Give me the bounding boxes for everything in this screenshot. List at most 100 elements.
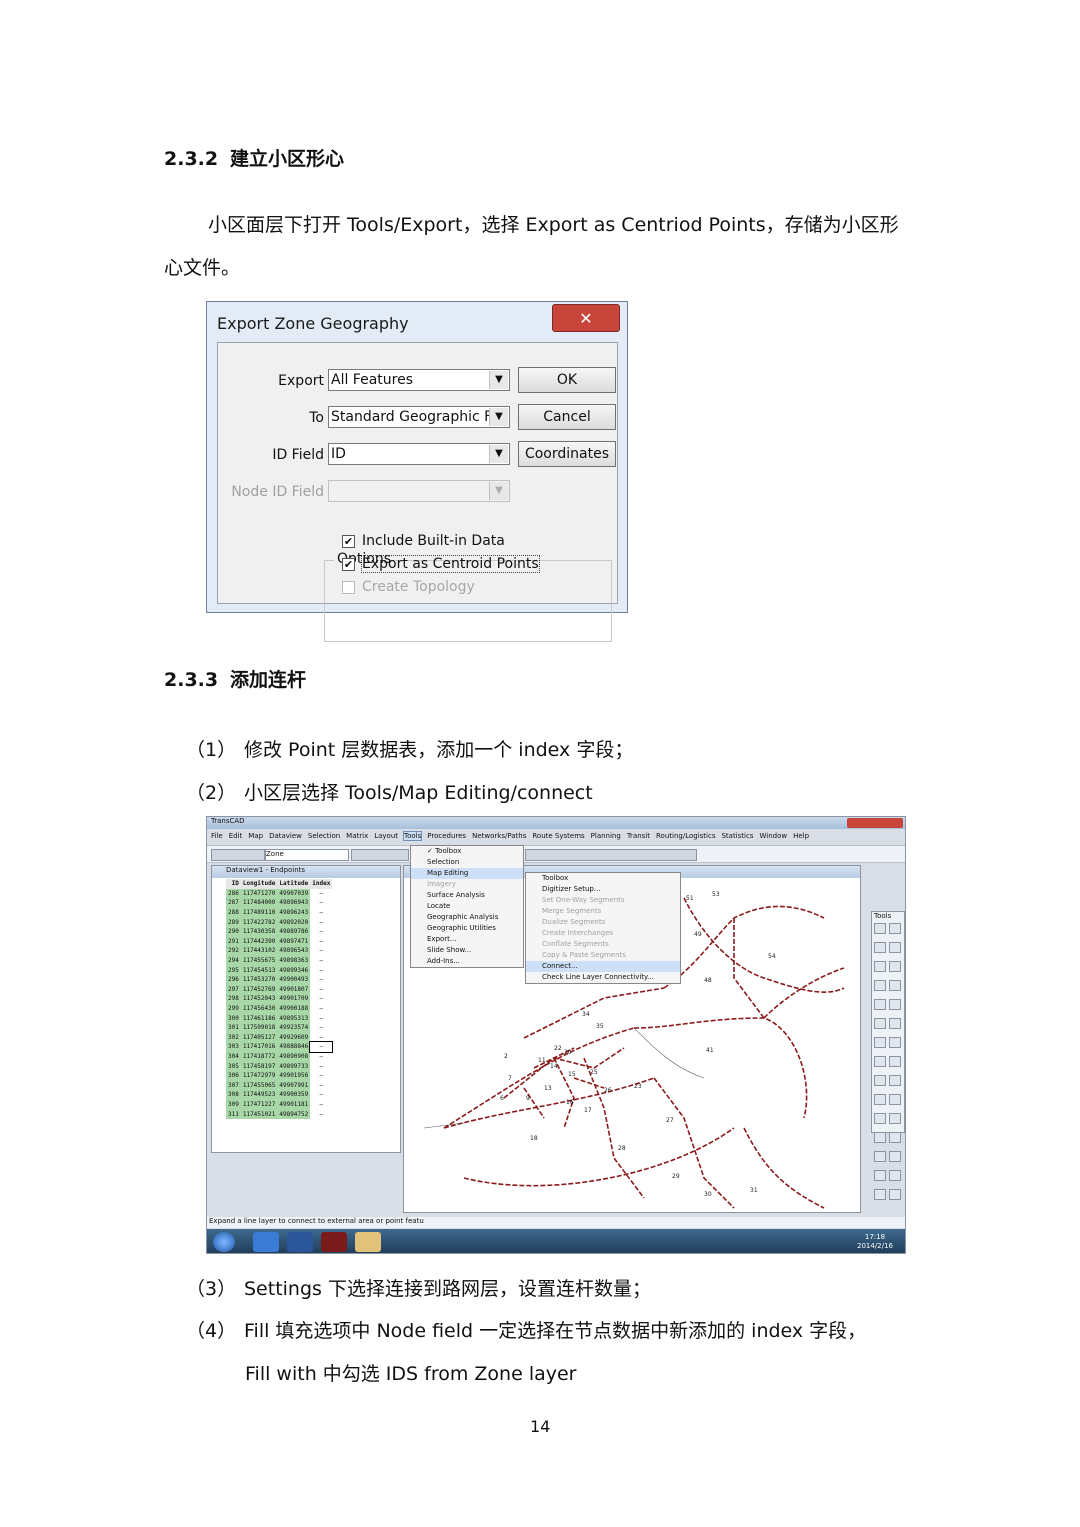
tool-button-icon[interactable] — [889, 1075, 901, 1086]
tools-menu-item-selection[interactable]: Selection — [411, 857, 523, 868]
map-editing-item-toolbox[interactable]: Toolbox — [526, 873, 680, 884]
menu-help[interactable]: Help — [793, 832, 809, 840]
index-cell[interactable]: – — [310, 946, 332, 956]
tool-button-icon[interactable] — [874, 1170, 886, 1181]
table-row[interactable]: 301 117509018 49923574– — [226, 1022, 332, 1033]
table-row[interactable]: 290 117430358 49889786– — [226, 926, 332, 937]
index-cell[interactable]: – — [310, 1013, 332, 1023]
index-cell[interactable]: – — [310, 937, 332, 947]
table-cell[interactable]: 297 — [226, 984, 241, 995]
table-row[interactable]: 307 117455065 49907991– — [226, 1080, 332, 1091]
index-cell[interactable]: – — [310, 975, 332, 985]
table-cell[interactable]: 287 — [226, 898, 241, 908]
menu-statistics[interactable]: Statistics — [721, 832, 753, 840]
tool-button-icon[interactable] — [889, 1189, 901, 1200]
menu-dataview[interactable]: Dataview — [269, 832, 302, 840]
map-editing-item-digitizer-setup[interactable]: Digitizer Setup... — [526, 884, 680, 895]
table-cell[interactable]: 49890908 — [277, 1051, 311, 1062]
tool-button-icon[interactable] — [889, 942, 901, 953]
column-header[interactable]: index — [310, 879, 333, 889]
table-cell[interactable]: 311 — [226, 1109, 241, 1119]
table-cell[interactable]: 303 — [226, 1042, 241, 1052]
table-cell[interactable]: 306 — [226, 1070, 241, 1081]
table-cell[interactable]: 117455675 — [240, 955, 278, 966]
table-cell[interactable]: 49898363 — [277, 955, 311, 966]
table-cell[interactable]: 49901709 — [277, 994, 311, 1004]
tool-button-icon[interactable] — [874, 1132, 886, 1143]
table-row[interactable]: 304 117418772 49890908– — [226, 1051, 332, 1062]
table-row[interactable]: 311 117451021 49894752– — [226, 1109, 332, 1119]
tool-button-icon[interactable] — [889, 923, 901, 934]
table-row[interactable]: 295 117454513 49899346– — [226, 965, 332, 975]
table-cell[interactable]: 289 — [226, 917, 241, 927]
table-cell[interactable]: 117452769 — [240, 984, 278, 995]
ok-button[interactable]: OK — [518, 367, 616, 393]
menu-layout[interactable]: Layout — [374, 832, 398, 840]
index-cell[interactable]: – — [310, 1080, 332, 1090]
table-row[interactable]: 305 117458197 49899733– — [226, 1061, 332, 1071]
table-cell[interactable]: 117484000 — [240, 898, 278, 908]
index-cell[interactable]: – — [310, 994, 332, 1004]
table-cell[interactable]: 301 — [226, 1022, 241, 1033]
table-cell[interactable]: 117472979 — [240, 1070, 278, 1081]
tools-menu-item-geographic-analysis[interactable]: Geographic Analysis — [411, 912, 523, 923]
tools-menu-item-toolbox[interactable]: ✓ Toolbox — [411, 846, 523, 857]
index-cell[interactable]: – — [310, 908, 332, 918]
table-cell[interactable]: 117449523 — [240, 1090, 278, 1100]
table-cell[interactable]: 117452043 — [240, 994, 278, 1004]
table-cell[interactable]: 49892020 — [277, 917, 311, 927]
tool-button-icon[interactable] — [874, 980, 886, 991]
tool-button-icon[interactable] — [889, 1094, 901, 1105]
table-cell[interactable]: 49907039 — [277, 888, 311, 899]
index-cell[interactable]: – — [310, 917, 332, 927]
index-cell[interactable]: – — [310, 1100, 332, 1110]
table-cell[interactable]: 117509018 — [240, 1022, 278, 1033]
table-cell[interactable]: 49899346 — [277, 965, 311, 975]
table-row[interactable]: 308 117449523 49900359– — [226, 1090, 332, 1100]
tools-menu-item-locate[interactable]: Locate — [411, 901, 523, 912]
tools-menu-item-add-ins[interactable]: Add-Ins... — [411, 956, 523, 967]
table-cell[interactable]: 117451021 — [240, 1109, 278, 1119]
table-cell[interactable]: 49896943 — [277, 898, 311, 908]
table-row[interactable]: 302 117405127 49929609– — [226, 1032, 332, 1043]
table-row[interactable]: 286 117471270 49907039– — [226, 888, 332, 899]
folder-icon[interactable] — [355, 1232, 381, 1252]
menu-edit[interactable]: Edit — [229, 832, 243, 840]
table-cell[interactable]: 296 — [226, 974, 241, 985]
table-row[interactable]: 306 117472979 49901956– — [226, 1070, 332, 1081]
table-cell[interactable]: 290 — [226, 926, 241, 937]
table-cell[interactable]: 302 — [226, 1032, 241, 1043]
table-cell[interactable]: 117430358 — [240, 926, 278, 937]
index-cell[interactable]: – — [310, 1004, 332, 1014]
menu-transit[interactable]: Transit — [627, 832, 650, 840]
tool-button-icon[interactable] — [889, 1018, 901, 1029]
table-row[interactable]: 287 117484000 49896943– — [226, 898, 332, 908]
table-cell[interactable]: 49889786 — [277, 926, 311, 937]
table-cell[interactable]: 305 — [226, 1061, 241, 1071]
table-cell[interactable]: 49900188 — [277, 1003, 311, 1014]
table-cell[interactable]: 307 — [226, 1080, 241, 1091]
index-cell[interactable]: – — [310, 1023, 332, 1033]
window-controls[interactable] — [847, 818, 903, 828]
index-cell[interactable]: – — [310, 956, 332, 966]
table-cell[interactable]: 288 — [226, 907, 241, 918]
toolbar-buttons-3[interactable] — [525, 849, 697, 861]
table-cell[interactable]: 49894752 — [277, 1109, 311, 1119]
export-select[interactable]: All Features ▼ — [328, 369, 510, 391]
index-cell[interactable]: – — [310, 1071, 332, 1081]
table-cell[interactable]: 294 — [226, 955, 241, 966]
table-cell[interactable]: 117405127 — [240, 1032, 278, 1043]
index-cell[interactable]: – — [310, 898, 332, 908]
close-icon[interactable]: ✕ — [552, 304, 620, 332]
table-cell[interactable]: 49929609 — [277, 1032, 311, 1043]
tool-button-icon[interactable] — [874, 1056, 886, 1067]
ie-icon[interactable] — [253, 1232, 279, 1252]
table-cell[interactable]: 117454513 — [240, 965, 278, 975]
table-cell[interactable]: 117453270 — [240, 974, 278, 985]
export-as-centroid-checkbox[interactable]: ✔ — [342, 558, 355, 571]
index-cell[interactable]: – — [310, 1109, 332, 1119]
tool-button-icon[interactable] — [874, 961, 886, 972]
layer-combo[interactable]: Zone — [265, 849, 349, 861]
table-cell[interactable]: 49888846 — [277, 1042, 311, 1052]
table-row[interactable]: 309 117471227 49901181– — [226, 1099, 332, 1110]
